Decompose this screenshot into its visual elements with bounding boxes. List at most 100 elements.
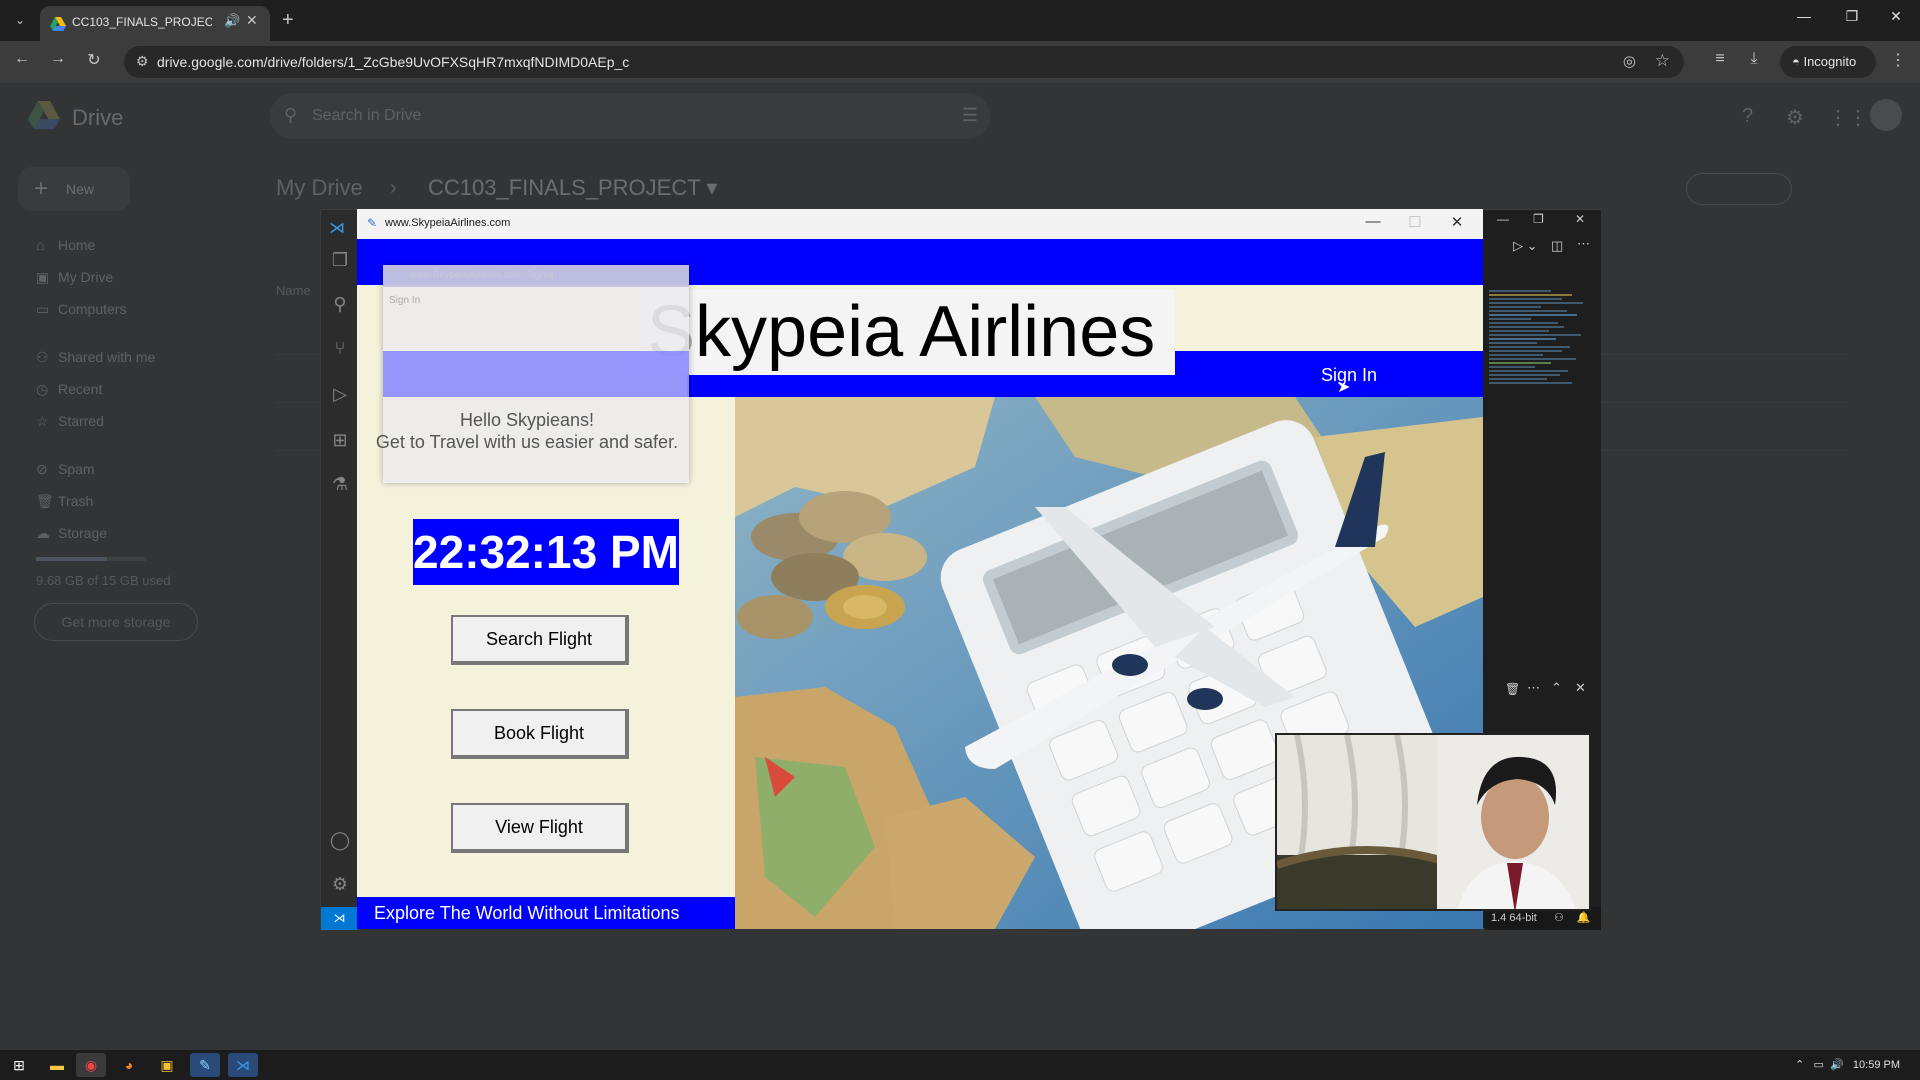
computer-icon: ▭ — [36, 301, 50, 317]
testing-icon[interactable]: ⚗ — [329, 474, 351, 495]
bookmark-star-icon[interactable]: ☆ — [1655, 51, 1670, 71]
feather-app-icon[interactable]: ✎ — [190, 1053, 220, 1077]
new-button[interactable]: + New — [18, 167, 130, 211]
close-window-icon[interactable]: ✕ — [1876, 8, 1916, 25]
feedback-icon[interactable]: ⚇ — [1554, 912, 1564, 924]
sidebar-item-label: My Drive — [58, 269, 114, 285]
chrome-menu-icon[interactable]: ⋮ — [1886, 50, 1910, 70]
spam-icon: ⊘ — [36, 461, 48, 477]
digital-clock: 22:32:13 PM — [413, 519, 679, 585]
reload-icon[interactable]: ↻ — [82, 50, 106, 70]
trash-icon[interactable]: 🗑 — [1505, 682, 1520, 696]
account-icon[interactable]: ◯ — [329, 830, 351, 851]
python-version-status[interactable]: 1.4 64-bit — [1491, 912, 1537, 924]
minimize-icon[interactable]: — — [1784, 8, 1824, 24]
network-icon[interactable]: ▭ — [1814, 1059, 1824, 1071]
incognito-indicator[interactable]: ◓ Incognito — [1780, 46, 1876, 78]
name-column-header[interactable]: Name — [276, 283, 311, 298]
chevron-up-icon[interactable]: ⌃ — [1551, 680, 1562, 696]
close-tab-icon[interactable]: ✕ — [246, 12, 258, 29]
app-maximize-icon[interactable]: ☐ — [1395, 213, 1435, 231]
avatar[interactable] — [1870, 99, 1902, 131]
book-flight-button[interactable]: Book Flight — [451, 709, 629, 759]
vscode-close-icon[interactable]: ✕ — [1575, 212, 1585, 226]
more-actions-icon[interactable]: ⋯ — [1527, 680, 1540, 696]
get-more-storage-button[interactable]: Get more storage — [34, 603, 198, 641]
restore-icon[interactable]: ❐ — [1832, 8, 1872, 25]
vscode-minimize-icon[interactable]: — — [1497, 212, 1509, 226]
chrome-icon[interactable]: ◉ — [76, 1053, 106, 1077]
clock-time[interactable]: 10:59 PM — [1853, 1059, 1900, 1071]
app-yellow-icon[interactable]: ▣ — [152, 1053, 182, 1077]
remote-indicator-icon[interactable]: ⋊ — [321, 907, 358, 930]
sidebar-item-storage[interactable]: ☁ Storage — [36, 525, 107, 542]
ghost-blue-band — [383, 351, 689, 397]
close-panel-icon[interactable]: ✕ — [1575, 680, 1586, 696]
greeting-line-1: Hello Skypieans! — [459, 410, 595, 430]
vscode-activity-bar: ⋊ ❐ ⚲ ⑂ ▷ ⊞ ⚗ ◯ ⚙ ⋊ — [321, 210, 358, 930]
vscode-taskbar-icon[interactable]: ⋊ — [228, 1053, 258, 1077]
search-icon[interactable]: ⚲ — [329, 294, 351, 315]
address-bar[interactable]: ⚙ drive.google.com/drive/folders/1_ZcGbe… — [124, 46, 1684, 78]
sidebar-item-label: Recent — [58, 381, 103, 397]
site-info-icon[interactable]: ⚙ — [136, 53, 149, 70]
breadcrumb-folder-label: CC103_FINALS_PROJECT — [428, 175, 701, 200]
sidebar-item-label: Starred — [58, 413, 104, 429]
drive-search-box[interactable]: ⚲ Search in Drive ☰ — [270, 93, 990, 139]
sidebar-item-computers[interactable]: ▭ Computers — [36, 301, 126, 318]
apps-grid-icon[interactable]: ⋮⋮ — [1828, 105, 1868, 130]
source-control-icon[interactable]: ⑂ — [329, 338, 351, 359]
sidebar-item-label: Home — [58, 237, 96, 253]
sidebar-item-trash[interactable]: 🗑 Trash — [36, 493, 93, 510]
new-tab-button[interactable]: + — [282, 8, 294, 32]
firefox-icon[interactable]: ◕ — [114, 1053, 144, 1077]
sidebar-item-shared[interactable]: ⚇ Shared with me — [36, 349, 155, 366]
view-flight-button[interactable]: View Flight — [451, 803, 629, 853]
vscode-restore-icon[interactable]: ❐ — [1533, 212, 1544, 226]
app-close-icon[interactable]: ✕ — [1437, 213, 1477, 231]
speaker-icon[interactable]: 🔊 — [224, 13, 240, 29]
forward-icon[interactable]: → — [46, 50, 70, 68]
settings-icon[interactable]: ⚙ — [1786, 105, 1804, 130]
search-flight-button[interactable]: Search Flight — [451, 615, 629, 665]
back-icon[interactable]: ← — [10, 50, 34, 68]
run-debug-icon[interactable]: ▷ — [329, 384, 351, 405]
run-icon[interactable]: ▷ ⌄ — [1513, 238, 1538, 254]
view-toggle[interactable] — [1686, 173, 1792, 205]
vscode-logo-icon: ⋊ — [329, 220, 345, 237]
explorer-icon[interactable]: ❐ — [329, 250, 351, 271]
windows-start-icon[interactable]: ⊞ — [4, 1053, 34, 1077]
breadcrumb-my-drive[interactable]: My Drive — [276, 175, 363, 201]
media-control-icon[interactable]: ≡ — [1708, 50, 1732, 68]
drive-favicon-icon — [50, 17, 66, 31]
app-minimize-icon[interactable]: — — [1353, 213, 1393, 230]
notifications-bell-icon[interactable]: 🔔 — [1577, 912, 1591, 924]
sidebar-item-label: Storage — [58, 525, 108, 541]
split-editor-icon[interactable]: ◫ — [1551, 238, 1563, 254]
file-explorer-icon[interactable]: ▬ — [42, 1053, 72, 1077]
storage-bar — [36, 557, 146, 561]
extensions-icon[interactable]: ⊞ — [329, 430, 351, 451]
more-actions-icon[interactable]: ⋯ — [1577, 236, 1590, 252]
sidebar-item-my-drive[interactable]: ▣ My Drive — [36, 269, 113, 286]
chevron-up-icon[interactable]: ⌃ — [1795, 1059, 1804, 1071]
sidebar-item-home[interactable]: ⌂ Home — [36, 237, 95, 253]
sidebar-item-spam[interactable]: ⊘ Spam — [36, 461, 95, 478]
download-icon[interactable]: ⤓ — [1742, 50, 1766, 68]
filter-icon[interactable]: ☰ — [962, 105, 978, 126]
volume-icon[interactable]: 🔊 — [1830, 1059, 1844, 1071]
minimap[interactable] — [1489, 290, 1593, 670]
search-icon: ⚲ — [284, 105, 298, 125]
browser-tab[interactable]: CC103_FINALS_PROJECT - G 🔊 ✕ — [40, 6, 270, 41]
app-window-title: www.SkypeiaAirlines.com — [385, 217, 511, 229]
sidebar-item-recent[interactable]: ◷ Recent — [36, 381, 102, 398]
eye-off-icon[interactable]: ◎ — [1623, 52, 1636, 70]
breadcrumb-folder[interactable]: CC103_FINALS_PROJECT ▾ — [428, 175, 717, 201]
storage-bar-fill — [36, 557, 107, 561]
manage-gear-icon[interactable]: ⚙ — [329, 874, 351, 895]
star-icon: ☆ — [36, 413, 49, 429]
chevron-right-icon: › — [390, 177, 397, 199]
help-icon[interactable]: ? — [1742, 105, 1753, 128]
sidebar-item-starred[interactable]: ☆ Starred — [36, 413, 104, 430]
tab-search-button[interactable]: ⌄ — [8, 8, 32, 32]
